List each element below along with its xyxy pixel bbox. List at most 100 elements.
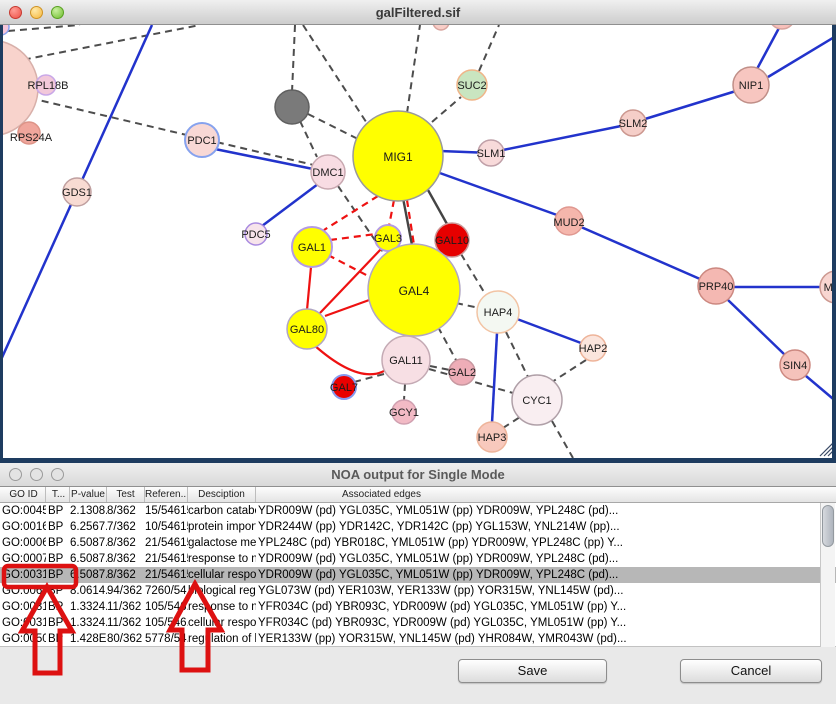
scrollbar-thumb[interactable]	[822, 505, 834, 547]
table-row[interactable]: GO:0045... BP 2.1308... 8/362 15/54615 c…	[0, 503, 836, 519]
cell-go-id: GO:0031...	[2, 615, 46, 631]
node-nip1[interactable]: NIP1	[733, 67, 769, 103]
column-header-type[interactable]: T...	[46, 487, 70, 502]
cancel-button[interactable]: Cancel	[680, 659, 822, 683]
cell-p-value: 1.3324...	[70, 599, 107, 615]
zoom-button[interactable]	[51, 468, 64, 481]
node-slm2[interactable]: SLM2	[619, 110, 648, 136]
column-header-description[interactable]: Desciption	[188, 487, 256, 502]
node-gcy1[interactable]: GCY1	[389, 400, 419, 424]
node-gal4[interactable]: GAL4	[368, 244, 460, 336]
cell-go-id: GO:0006...	[2, 535, 46, 551]
cell-description: regulation of bi...	[188, 631, 256, 647]
network-canvas[interactable]: RPL18B RPS24A GDS1 PDC1 MIG1	[3, 25, 832, 458]
node-sin4[interactable]: SIN4	[780, 350, 810, 380]
table-header: GO ID T... P-value Test Referen... Desci…	[0, 487, 836, 503]
column-header-p-value[interactable]: P-value	[70, 487, 107, 502]
node-gds1[interactable]: GDS1	[62, 178, 92, 206]
node-gal1[interactable]: GAL1	[292, 227, 332, 267]
node-prp40[interactable]: PRP40	[698, 268, 734, 304]
cell-edges: YFR034C (pd) YBR093C, YDR009W (pd) YGL03…	[256, 599, 836, 615]
node-unlabeled-gray[interactable]	[275, 90, 309, 124]
network-window-title: galFiltered.sif	[0, 5, 836, 20]
table-row[interactable]: GO:0031... BP 1.3324... 11/362 105/546..…	[0, 615, 836, 631]
cell-description: galactose meta...	[188, 535, 256, 551]
table-row[interactable]: GO:0006... BP 6.5087... 8/362 21/54615 g…	[0, 535, 836, 551]
cell-reference: 5778/54...	[145, 631, 188, 647]
cell-edges: YFR034C (pd) YBR093C, YDR009W (pd) YGL03…	[256, 615, 836, 631]
cell-p-value: 6.5087...	[70, 535, 107, 551]
zoom-button[interactable]	[51, 6, 64, 19]
node-gal80[interactable]: GAL80	[287, 309, 327, 349]
cell-test: 94/362	[107, 583, 145, 599]
cell-type: BP	[46, 567, 70, 583]
cell-go-id: GO:0007...	[2, 551, 46, 567]
node-unlabeled-top[interactable]	[433, 25, 449, 30]
node-msl1[interactable]: MSL1	[820, 271, 832, 303]
noa-window-title: NOA output for Single Mode	[0, 467, 836, 482]
table-row[interactable]: GO:0016... BP 6.2567... 7/362 10/54615 p…	[0, 519, 836, 535]
network-graph: RPL18B RPS24A GDS1 PDC1 MIG1	[3, 25, 832, 458]
cell-p-value: 2.1308...	[70, 503, 107, 519]
node-gal7[interactable]: GAL7	[330, 375, 358, 399]
cell-reference: 21/54615	[145, 551, 188, 567]
cell-description: cellular respons...	[188, 567, 256, 583]
cell-description: response to nut...	[188, 599, 256, 615]
node-unlabeled-large[interactable]	[3, 40, 38, 136]
minimize-button[interactable]	[30, 6, 43, 19]
minimize-button[interactable]	[30, 468, 43, 481]
cell-go-id: GO:0050...	[2, 631, 46, 647]
node-slm1[interactable]: SLM1	[477, 140, 506, 166]
node-dmc1[interactable]: DMC1	[311, 155, 345, 189]
node-unlabeled-corner[interactable]	[3, 25, 9, 35]
node-mig1[interactable]: MIG1	[353, 111, 443, 201]
noa-window-titlebar: NOA output for Single Mode	[0, 463, 836, 487]
cell-type: BP	[46, 583, 70, 599]
cell-description: carbon cataboli...	[188, 503, 256, 519]
cell-type: BP	[46, 535, 70, 551]
cell-go-id: GO:0031...	[2, 567, 46, 583]
cell-reference: 21/54615	[145, 567, 188, 583]
cell-p-value: 6.5087...	[70, 567, 107, 583]
cell-edges: YGL073W (pd) YER103W, YER133W (pp) YOR31…	[256, 583, 836, 599]
table-row[interactable]: GO:0031... BP 1.3324... 11/362 105/546..…	[0, 599, 836, 615]
cell-reference: 10/54615	[145, 519, 188, 535]
cell-p-value: 1.428E...	[70, 631, 107, 647]
cell-go-id: GO:0031...	[2, 599, 46, 615]
vertical-scrollbar[interactable]	[820, 503, 835, 647]
cell-test: 11/362	[107, 615, 145, 631]
save-button[interactable]: Save	[458, 659, 607, 683]
cell-test: 8/362	[107, 567, 145, 583]
node-gal11[interactable]: GAL11	[382, 336, 430, 384]
table-row-selected[interactable]: GO:0031... BP 6.5087... 8/362 21/54615 c…	[0, 567, 836, 583]
column-header-go-id[interactable]: GO ID	[2, 487, 46, 502]
table-row[interactable]: GO:0050... BP 1.428E... 80/362 5778/54..…	[0, 631, 836, 647]
node-hap2[interactable]: HAP2	[579, 335, 608, 361]
cell-p-value: 1.3324...	[70, 615, 107, 631]
node-pdc5[interactable]: PDC5	[241, 223, 270, 245]
node-hap3[interactable]: HAP3	[477, 422, 507, 452]
column-header-reference[interactable]: Referen...	[145, 487, 188, 502]
column-header-associated-edges[interactable]: Associated edges	[256, 487, 836, 502]
results-table: GO:0045... BP 2.1308... 8/362 15/54615 c…	[0, 503, 836, 647]
node-mud2[interactable]: MUD2	[553, 207, 584, 235]
cell-reference: 21/54615	[145, 535, 188, 551]
table-row[interactable]: GO:0007... BP 6.5087... 8/362 21/54615 r…	[0, 551, 836, 567]
column-header-test[interactable]: Test	[107, 487, 145, 502]
close-button[interactable]	[9, 468, 22, 481]
close-button[interactable]	[9, 6, 22, 19]
node-hap4[interactable]: HAP4	[477, 291, 519, 333]
node-pdc1[interactable]: PDC1	[185, 123, 219, 157]
cell-test: 80/362	[107, 631, 145, 647]
table-row[interactable]: GO:0065... BP 8.0614... 94/362 7260/54..…	[0, 583, 836, 599]
cell-description: protein import i...	[188, 519, 256, 535]
cell-type: BP	[46, 503, 70, 519]
node-cyc1[interactable]: CYC1	[512, 375, 562, 425]
node-gal2[interactable]: GAL2	[448, 359, 476, 385]
resize-grip[interactable]	[820, 443, 832, 456]
node-unlabeled-topright[interactable]	[769, 25, 795, 29]
cell-edges: YDR009W (pd) YGL035C, YML051W (pp) YDR00…	[256, 551, 836, 567]
cell-test: 7/362	[107, 519, 145, 535]
cell-test: 8/362	[107, 535, 145, 551]
node-suc2[interactable]: SUC2	[457, 70, 487, 100]
